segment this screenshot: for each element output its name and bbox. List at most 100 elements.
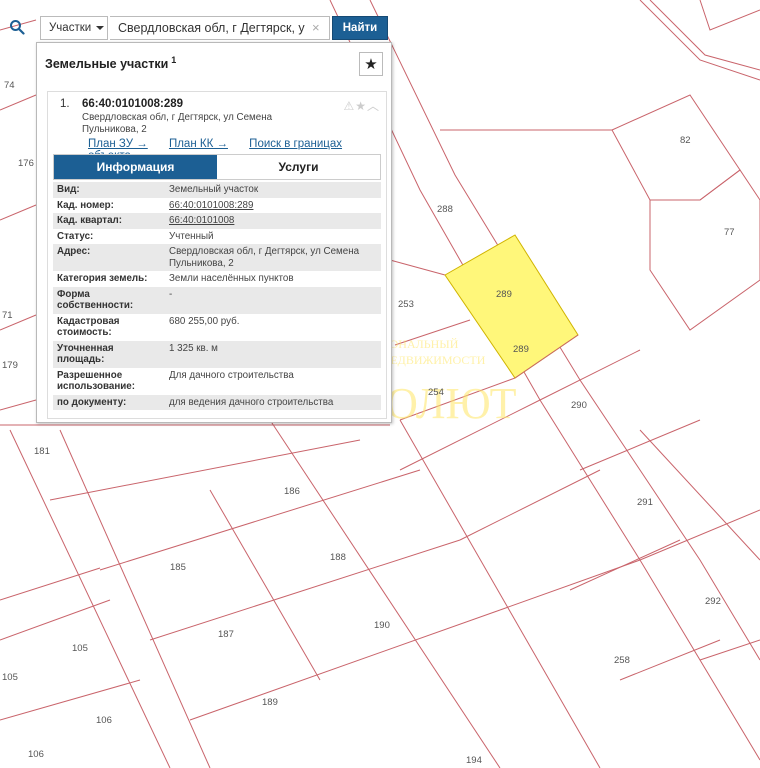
search-type-select[interactable]: Участки [40,16,108,40]
plot-boundary [99,469,421,571]
search-type-label: Участки [49,22,92,34]
info-key: Категория земель: [53,271,165,287]
favorite-button[interactable]: ★ [359,52,383,76]
plot-boundary [49,439,361,501]
plot-boundary [9,429,171,768]
star-icon: ★ [364,56,378,73]
info-key: Кадастровая стоимость: [53,313,165,341]
plot-number-label: 71 [2,310,13,321]
info-value: 1 325 кв. м [165,340,381,368]
plot-boundary [699,639,760,661]
info-key: Кад. квартал: [53,213,165,229]
plot-boundary [0,94,37,111]
info-row: Кад. номер: 66:40:0101008:289 [53,197,381,213]
info-key: Адрес: [53,244,165,271]
plot-number-label: 106 [96,715,112,726]
star-icon[interactable]: ★ [355,99,367,113]
plot-number-label: 194 [466,755,482,766]
result-cadastral-number[interactable]: 66:40:0101008:289 [82,98,183,110]
info-value: 680 255,00 руб. [165,313,381,341]
find-button[interactable]: Найти [332,16,388,40]
result-actions: ⚠★︿ [343,97,380,114]
plot-boundary [639,509,760,561]
plot-number-label: 106 [28,749,44,760]
info-key: Разрешенное использование: [53,367,165,395]
info-key: Уточненная площадь: [53,340,165,368]
plot-boundary [459,469,601,541]
plot-boundary [639,0,760,81]
search-input[interactable]: Свердловская обл, г Дегтярск, у [110,16,330,40]
result-number: 1. [60,98,70,110]
plot-number-label: 290 [571,400,587,411]
plot-boundary [189,609,501,721]
plot-boundary [539,349,641,401]
warning-icon[interactable]: ⚠ [343,99,355,113]
result-address: Свердловская обл, г Дегтярск, ул Семена … [82,112,273,135]
info-value[interactable]: 66:40:0101008:289 [165,197,381,213]
search-icon[interactable] [2,14,32,40]
info-key: Вид: [53,182,165,198]
plot-boundary [0,599,111,641]
info-value[interactable]: 66:40:0101008 [165,213,381,229]
plot-number-label: 189 [262,697,278,708]
plot-boundary [0,567,101,601]
result-card: 1. 66:40:0101008:289 Свердловская обл, г… [47,91,387,419]
info-row: по документу: для ведения дачного строите… [53,394,381,410]
plot-number-label: 258 [614,655,630,666]
info-key: Статус: [53,228,165,244]
plot-number-label: 185 [170,562,186,573]
plot-77[interactable] [649,169,760,331]
plot-boundary [59,429,211,768]
plot-number-label: 187 [218,629,234,640]
plot-boundary [579,419,701,471]
plot-boundary [0,204,37,221]
plot-boundary [639,429,760,561]
info-value: Земельный участок [165,182,381,198]
plot-number-label: 254 [428,387,444,398]
plot-boundary [0,399,37,411]
info-row: Кад. квартал: 66:40:0101008 [53,213,381,229]
info-key: Кад. номер: [53,197,165,213]
results-panel: Земельные участки 1 ★ 1. 66:40:0101008:28… [36,42,392,423]
info-key: по документу: [53,394,165,410]
info-value: Свердловская обл, г Дегтярск, ул Семена … [165,244,381,271]
info-value: Для дачного строительства [165,367,381,395]
plot-number-label: 289 [496,289,512,300]
plot-number-label: 105 [72,643,88,654]
plot-number-label: 105 [2,672,18,683]
link-plan-kk[interactable]: План КК → [169,138,228,150]
plot-number-label: 179 [2,360,18,371]
info-value: Учтенный [165,228,381,244]
plot-boundary [399,419,601,768]
chevron-up-icon[interactable]: ︿ [367,99,380,113]
info-row: Кадастровая стоимость: 680 255,00 руб. [53,313,381,341]
result-tabs: Информация Услуги [53,154,381,180]
plot-boundary [0,679,141,721]
plot-boundary [499,559,641,611]
plot-boundary [649,0,760,71]
info-row: Форма собственности: - [53,286,381,314]
info-value: Земли населённых пунктов [165,271,381,287]
info-row: Статус: Учтенный [53,228,381,244]
info-value: для ведения дачного строительства [165,394,381,410]
info-row: Уточненная площадь: 1 325 кв. м [53,340,381,368]
plot-number-label: 82 [680,135,691,146]
plot-number-label: 288 [437,204,453,215]
plot-number-label: 291 [637,497,653,508]
panel-title: Земельные участки 1 [45,55,176,71]
info-row: Адрес: Свердловская обл, г Дегтярск, ул С… [53,244,381,271]
plot-number-label: 181 [34,446,50,457]
plot-boundary [619,639,721,681]
plot-boundary [389,259,446,276]
chevron-down-icon [96,26,105,30]
tab-info[interactable]: Информация [54,155,217,179]
clear-icon[interactable]: × [312,20,320,35]
plot-number-label: 289 [513,344,529,355]
plot-number-label: 292 [705,596,721,607]
plot-number-label: 176 [18,158,34,169]
tab-services[interactable]: Услуги [217,155,380,179]
plot-boundary [149,539,461,641]
plot-boundary [269,419,501,768]
info-table: Вид: Земельный участок Кад. номер: 66:40:01… [53,182,381,410]
link-plan-zu[interactable]: План ЗУ → [88,138,148,150]
